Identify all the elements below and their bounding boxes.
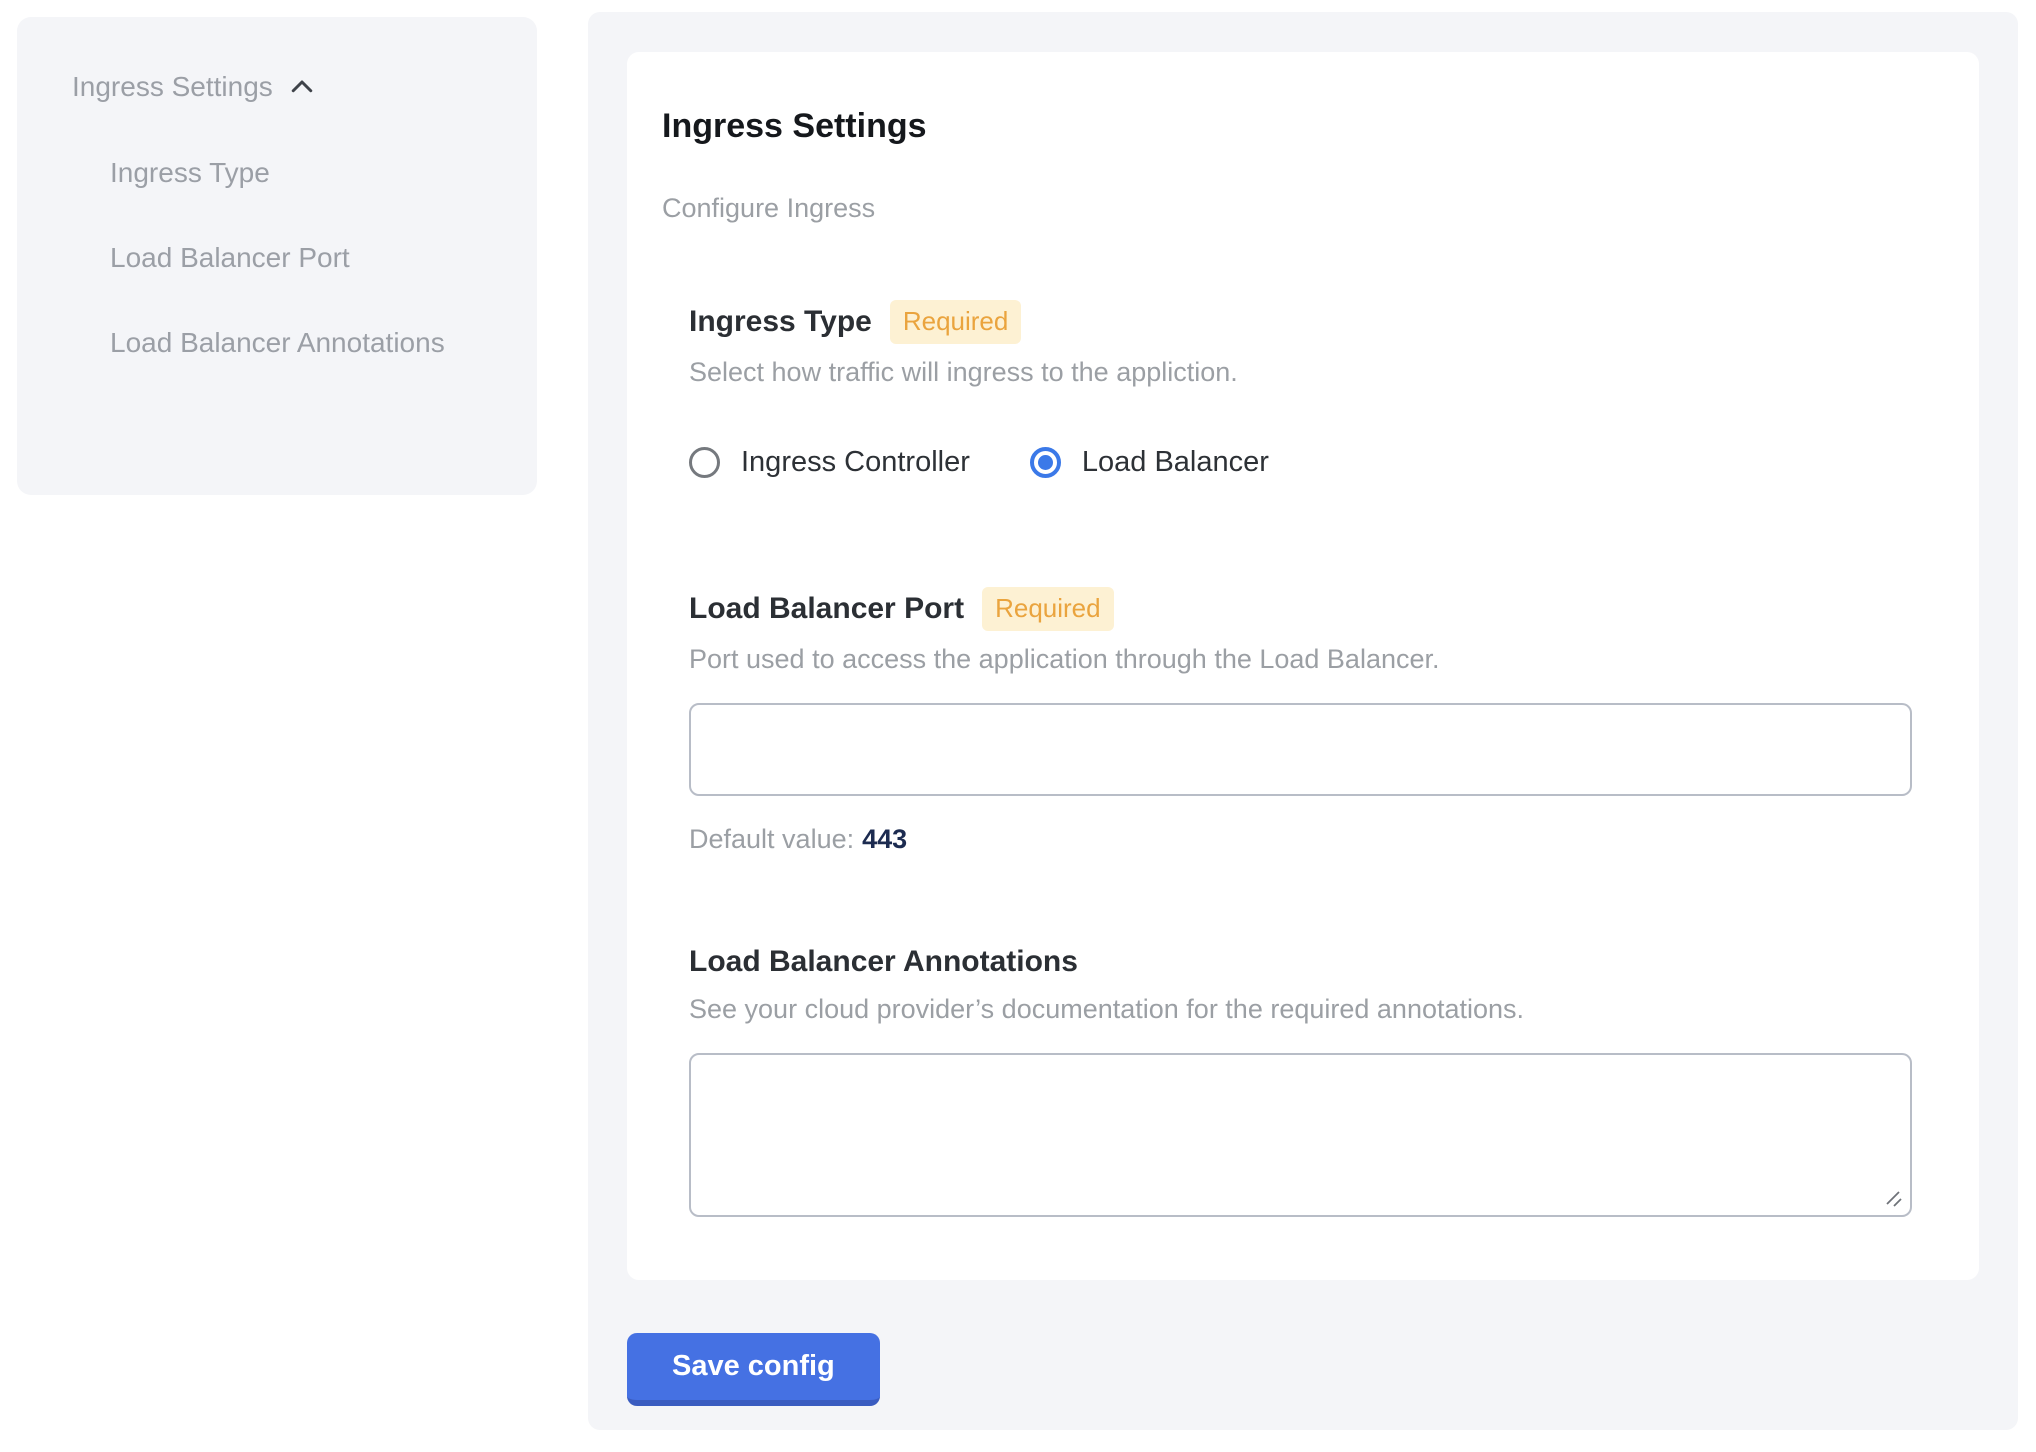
ingress-settings-card: Ingress Settings Configure Ingress Ingre… <box>627 52 1979 1280</box>
load-balancer-annotations-textarea[interactable] <box>689 1053 1912 1217</box>
settings-sidebar: Ingress Settings Ingress Type Load Balan… <box>17 17 537 495</box>
required-badge: Required <box>982 587 1114 631</box>
load-balancer-port-section: Load Balancer Port Required Port used to… <box>689 587 1914 856</box>
sidebar-item-list: Ingress Type Load Balancer Port Load Bal… <box>72 143 497 373</box>
radio-label-load-balancer: Load Balancer <box>1082 446 1269 479</box>
textarea-resize-handle-icon[interactable] <box>1883 1188 1905 1210</box>
ingress-type-section: Ingress Type Required Select how traffic… <box>689 300 1914 479</box>
load-balancer-port-input[interactable] <box>689 703 1912 796</box>
sidebar-item-ingress-type[interactable]: Ingress Type <box>110 143 497 203</box>
sidebar-section-label: Ingress Settings <box>72 67 273 107</box>
sidebar-item-load-balancer-port[interactable]: Load Balancer Port <box>110 228 497 288</box>
load-balancer-port-title: Load Balancer Port <box>689 590 964 628</box>
ingress-settings-panel: Ingress Settings Configure Ingress Ingre… <box>588 12 2018 1430</box>
radio-option-ingress-controller[interactable]: Ingress Controller <box>689 446 970 479</box>
radio-unselected-icon[interactable] <box>689 447 720 478</box>
load-balancer-annotations-description: See your cloud provider’s documentation … <box>689 993 1914 1026</box>
page-title: Ingress Settings <box>662 105 1914 147</box>
required-badge: Required <box>890 300 1022 344</box>
radio-selected-icon[interactable] <box>1030 447 1061 478</box>
save-config-button[interactable]: Save config <box>627 1333 880 1406</box>
load-balancer-annotations-section: Load Balancer Annotations See your cloud… <box>689 943 1914 1217</box>
ingress-type-description: Select how traffic will ingress to the a… <box>689 356 1914 389</box>
ingress-type-radio-group: Ingress Controller Load Balancer <box>689 446 1914 479</box>
default-value-row: Default value: 443 <box>689 823 1914 856</box>
default-value-label: Default value: <box>689 824 854 854</box>
radio-label-ingress-controller: Ingress Controller <box>741 446 970 479</box>
load-balancer-port-description: Port used to access the application thro… <box>689 643 1914 676</box>
sidebar-section-ingress-settings[interactable]: Ingress Settings <box>72 67 497 107</box>
form-sections: Ingress Type Required Select how traffic… <box>689 300 1914 1217</box>
default-value: 443 <box>862 824 907 854</box>
page-subtitle: Configure Ingress <box>662 192 1914 225</box>
chevron-up-icon[interactable] <box>287 72 317 102</box>
ingress-type-title: Ingress Type <box>689 303 872 341</box>
radio-option-load-balancer[interactable]: Load Balancer <box>1030 446 1269 479</box>
sidebar-item-load-balancer-annotations[interactable]: Load Balancer Annotations <box>110 313 497 373</box>
load-balancer-annotations-title: Load Balancer Annotations <box>689 943 1078 981</box>
